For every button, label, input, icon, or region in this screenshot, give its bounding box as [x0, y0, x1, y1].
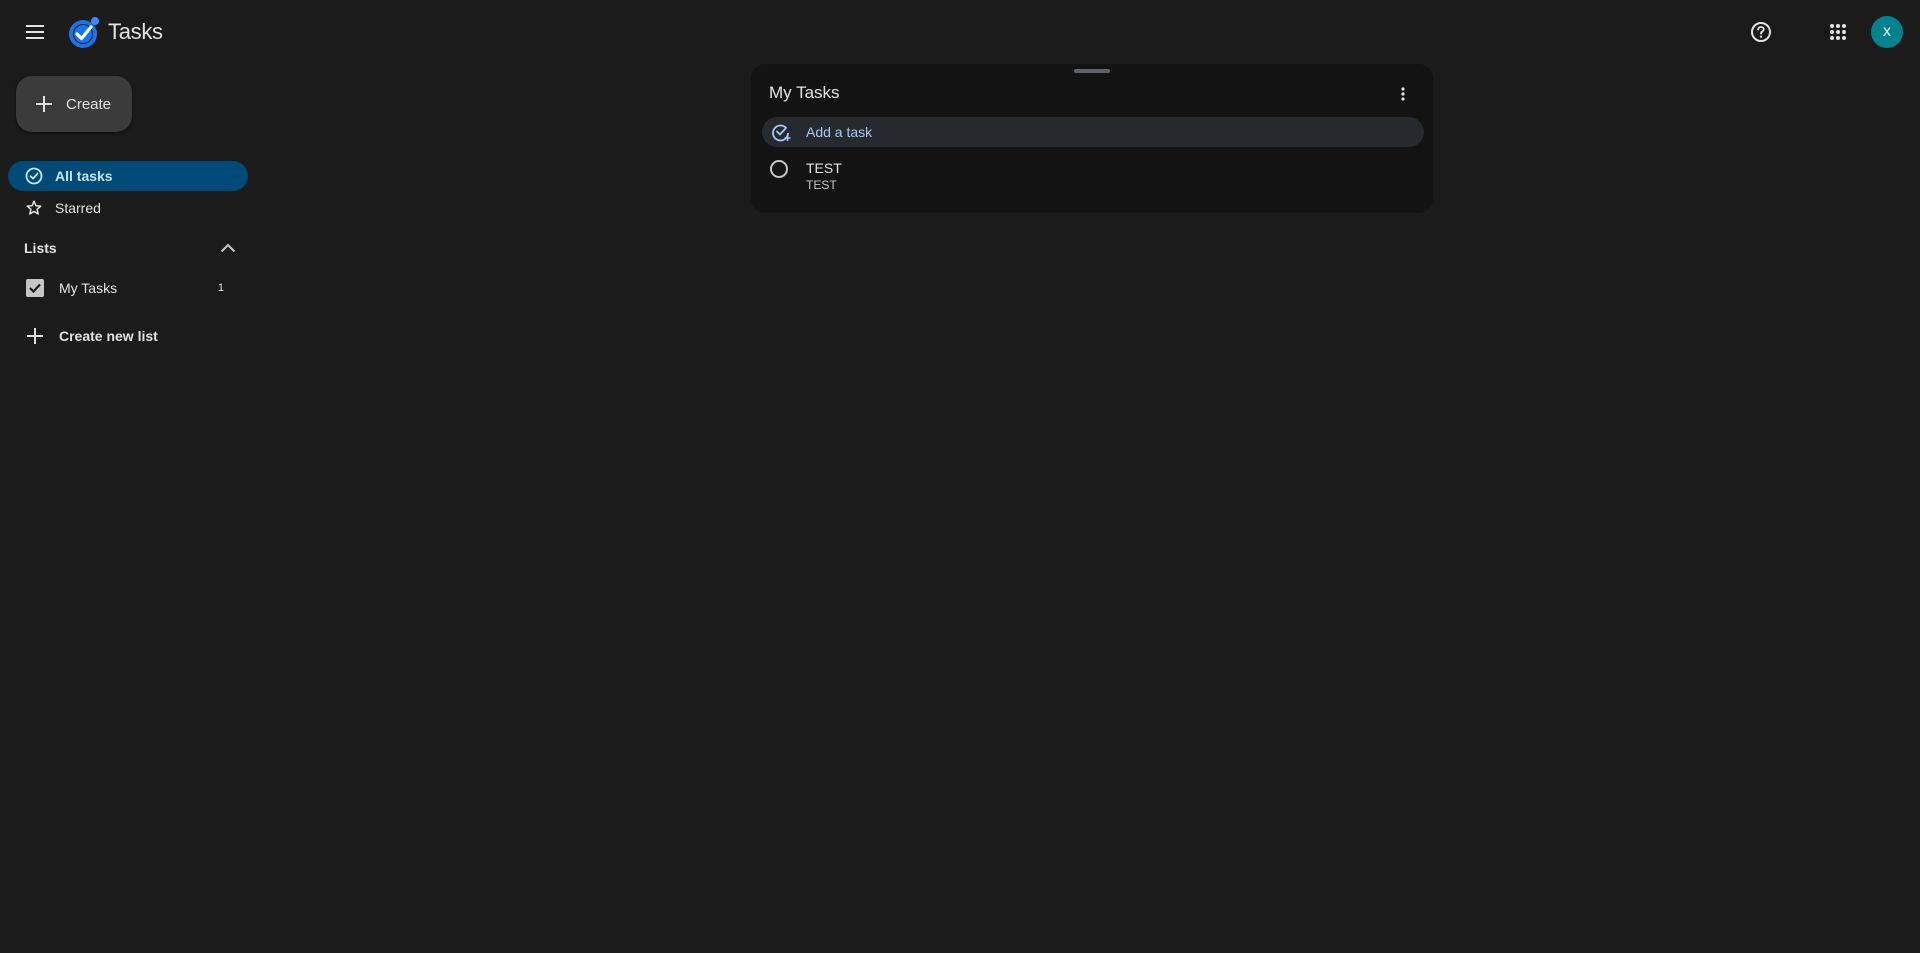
task-item[interactable]: TEST TEST [762, 156, 1424, 200]
task-list-card: My Tasks Add a task TEST TEST [751, 64, 1433, 213]
create-button[interactable]: Create [16, 76, 132, 132]
task-list-title: My Tasks [769, 83, 840, 102]
list-options-button[interactable] [1391, 82, 1415, 106]
task-title[interactable]: TEST [806, 160, 842, 176]
star-icon [24, 198, 44, 218]
google-apps-button[interactable] [1822, 16, 1854, 48]
account-avatar[interactable]: x [1871, 16, 1903, 48]
tasks-logo-icon[interactable] [66, 15, 102, 51]
list-visibility-checkbox[interactable] [26, 279, 44, 297]
plus-icon [36, 96, 52, 112]
nav-item-label: Starred [55, 200, 101, 216]
apps-grid-icon [1830, 24, 1846, 40]
hamburger-menu-icon [26, 25, 44, 39]
main-menu-button[interactable] [16, 16, 56, 48]
lists-label: Lists [24, 240, 57, 256]
check-circle-icon [24, 166, 44, 186]
top-bar: Tasks x [0, 0, 1920, 64]
nav-item-starred[interactable]: Starred [8, 193, 248, 223]
nav-item-label: All tasks [55, 168, 113, 184]
create-button-label: Create [66, 95, 112, 113]
task-details[interactable]: TEST [806, 178, 837, 192]
help-button[interactable] [1745, 16, 1777, 48]
card-drag-handle[interactable] [1074, 69, 1110, 73]
add-task-button[interactable]: Add a task [762, 117, 1424, 147]
create-new-list-label: Create new list [59, 328, 158, 344]
more-vert-icon [1401, 87, 1405, 101]
nav-item-all-tasks[interactable]: All tasks [8, 161, 248, 191]
plus-icon [24, 325, 46, 347]
task-complete-radio[interactable] [770, 160, 788, 178]
help-icon [1751, 22, 1771, 42]
create-new-list-button[interactable]: Create new list [16, 324, 236, 348]
chevron-up-icon [220, 243, 236, 253]
list-item-my-tasks[interactable]: My Tasks 1 [16, 276, 232, 300]
list-name: My Tasks [59, 280, 118, 296]
lists-section-header: Lists [24, 236, 240, 260]
add-task-label: Add a task [806, 124, 873, 140]
app-title: Tasks [108, 19, 163, 44]
list-task-count: 1 [217, 282, 224, 294]
checkmark-icon [29, 283, 41, 293]
add-task-icon [770, 121, 792, 143]
collapse-lists-button[interactable] [216, 236, 240, 260]
